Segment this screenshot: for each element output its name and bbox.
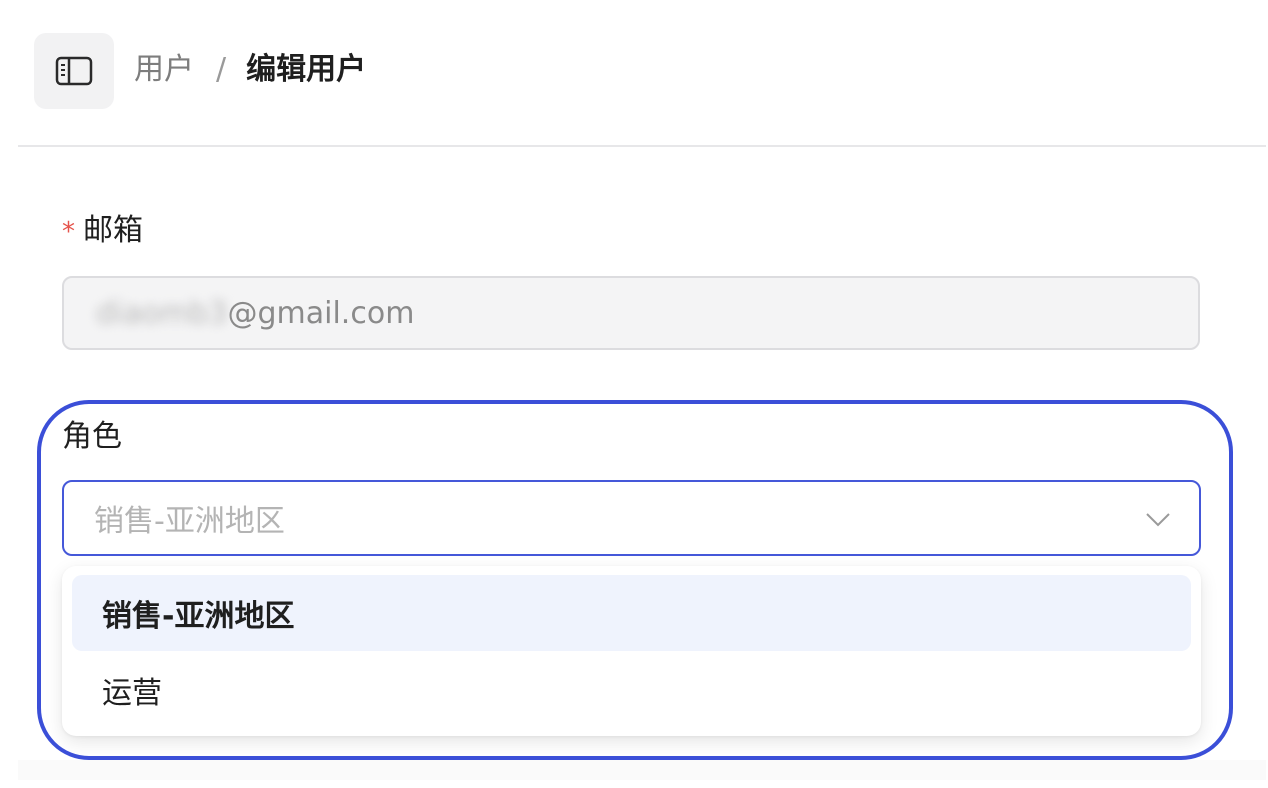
- breadcrumb: 用户 / 编辑用户: [134, 48, 366, 92]
- breadcrumb-separator: /: [216, 52, 227, 87]
- role-option-sales-asia[interactable]: 销售-亚洲地区: [72, 575, 1191, 651]
- email-domain: @gmail.com: [227, 295, 415, 331]
- breadcrumb-current: 编辑用户: [246, 52, 367, 87]
- sidebar-toggle-button[interactable]: [34, 33, 114, 109]
- required-mark: *: [62, 217, 75, 247]
- bottom-strip: [18, 760, 1266, 780]
- role-option-operations[interactable]: 运营: [72, 652, 1191, 728]
- email-field[interactable]: diaomb3 @gmail.com: [62, 276, 1200, 350]
- role-dropdown-menu: 销售-亚洲地区 运营: [62, 566, 1201, 736]
- header-divider: [18, 145, 1266, 147]
- sidebar-panel-icon: [55, 56, 93, 86]
- role-select[interactable]: 销售-亚洲地区: [62, 480, 1201, 556]
- page-header: 用户 / 编辑用户: [0, 0, 1268, 146]
- email-label-text: 邮箱: [83, 213, 143, 248]
- email-label: * 邮箱: [62, 211, 143, 252]
- chevron-down-icon: [1146, 513, 1170, 527]
- role-select-placeholder: 销售-亚洲地区: [94, 504, 285, 539]
- role-label: 角色: [62, 419, 122, 454]
- breadcrumb-parent-link[interactable]: 用户: [134, 48, 194, 92]
- email-redacted-part: diaomb3: [96, 295, 228, 331]
